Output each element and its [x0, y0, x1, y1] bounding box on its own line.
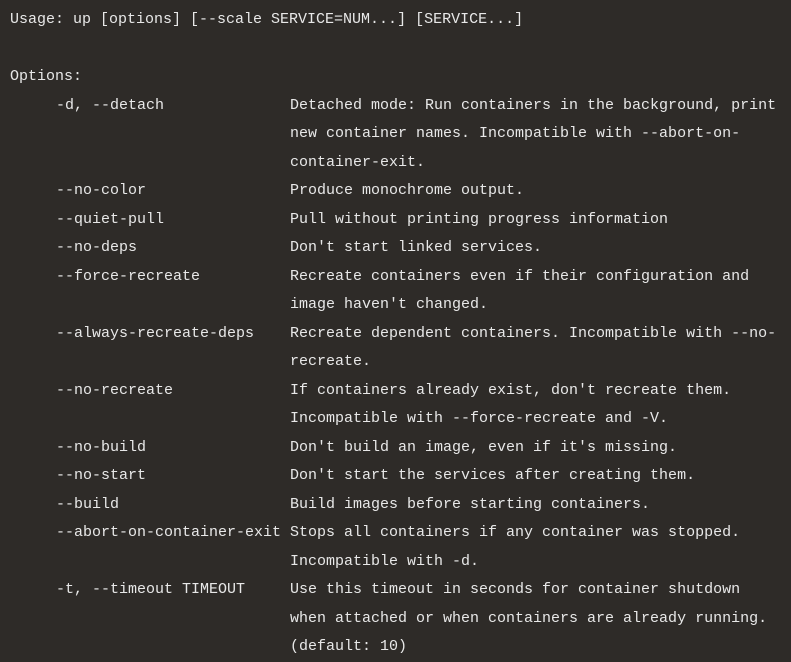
options-header: Options: — [10, 63, 781, 92]
option-flag: --abort-on-container-exit — [10, 519, 290, 548]
option-desc: If containers already exist, don't recre… — [290, 377, 781, 434]
option-flag: --no-build — [10, 434, 290, 463]
option-flag: --no-color — [10, 177, 290, 206]
option-desc: Use this timeout in seconds for containe… — [290, 576, 781, 662]
option-row: -t, --timeout TIMEOUT Use this timeout i… — [10, 576, 781, 662]
option-flag: --force-recreate — [10, 263, 290, 292]
option-row: --no-deps Don't start linked services. — [10, 234, 781, 263]
option-flag: --no-start — [10, 462, 290, 491]
option-flag: -d, --detach — [10, 92, 290, 121]
option-desc: Stops all containers if any container wa… — [290, 519, 781, 576]
option-flag: --no-recreate — [10, 377, 290, 406]
option-flag: --no-deps — [10, 234, 290, 263]
option-flag: --always-recreate-deps — [10, 320, 290, 349]
option-row: --force-recreate Recreate containers eve… — [10, 263, 781, 320]
option-row: --build Build images before starting con… — [10, 491, 781, 520]
option-flag: --build — [10, 491, 290, 520]
option-desc: Detached mode: Run containers in the bac… — [290, 92, 781, 178]
option-desc: Recreate containers even if their config… — [290, 263, 781, 320]
option-row: --no-build Don't build an image, even if… — [10, 434, 781, 463]
option-desc: Build images before starting containers. — [290, 491, 781, 520]
option-flag: -t, --timeout TIMEOUT — [10, 576, 290, 605]
option-desc: Recreate dependent containers. Incompati… — [290, 320, 781, 377]
option-row: --quiet-pull Pull without printing progr… — [10, 206, 781, 235]
option-row: -d, --detach Detached mode: Run containe… — [10, 92, 781, 178]
option-row: --abort-on-container-exit Stops all cont… — [10, 519, 781, 576]
option-desc: Don't build an image, even if it's missi… — [290, 434, 781, 463]
option-row: --no-recreate If containers already exis… — [10, 377, 781, 434]
blank-line — [10, 35, 781, 64]
option-row: --always-recreate-deps Recreate dependen… — [10, 320, 781, 377]
option-row: --no-start Don't start the services afte… — [10, 462, 781, 491]
option-flag: --quiet-pull — [10, 206, 290, 235]
option-desc: Pull without printing progress informati… — [290, 206, 781, 235]
usage-line: Usage: up [options] [--scale SERVICE=NUM… — [10, 6, 781, 35]
option-row: --no-color Produce monochrome output. — [10, 177, 781, 206]
option-desc: Don't start the services after creating … — [290, 462, 781, 491]
option-desc: Produce monochrome output. — [290, 177, 781, 206]
option-desc: Don't start linked services. — [290, 234, 781, 263]
